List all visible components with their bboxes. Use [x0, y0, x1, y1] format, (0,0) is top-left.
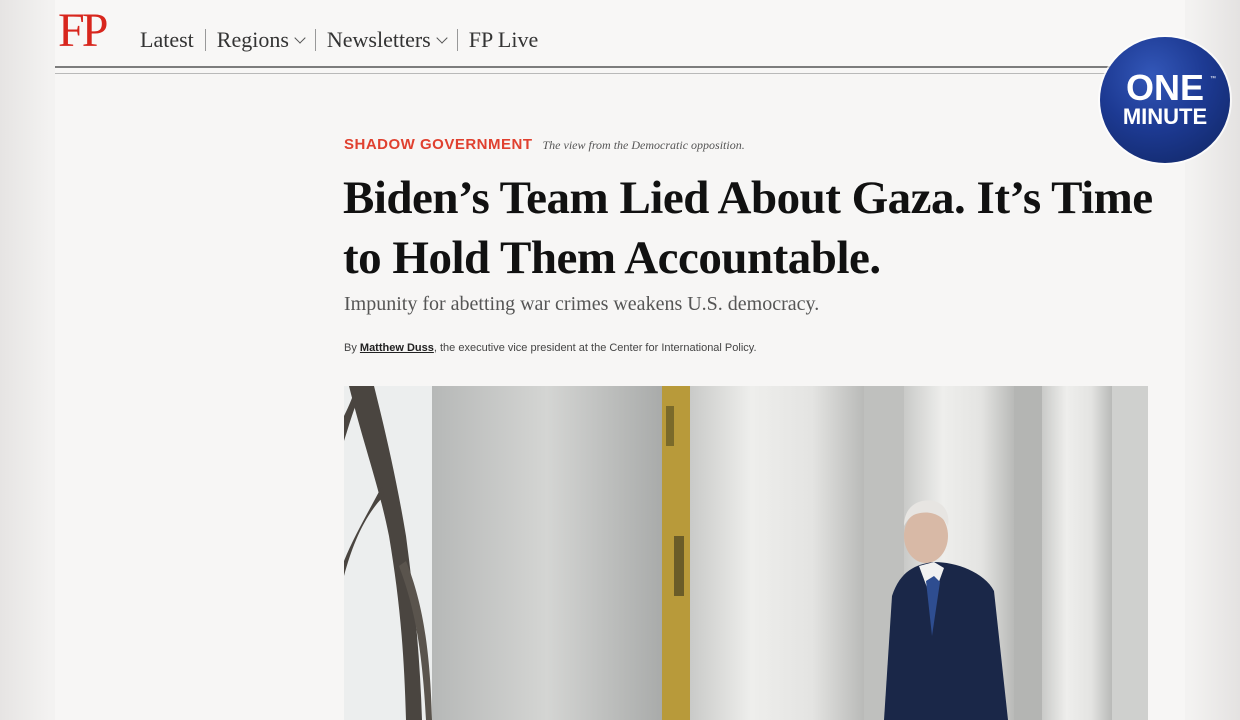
fp-logo[interactable]: FP — [58, 5, 108, 57]
hero-image — [344, 386, 1148, 720]
author-link[interactable]: Matthew Duss — [360, 342, 434, 354]
nav-latest-label: Latest — [140, 27, 194, 52]
nav-latest[interactable]: Latest — [140, 26, 194, 54]
article-kicker: SHADOW GOVERNMENT The view from the Demo… — [344, 136, 745, 153]
hero-photo-illustration — [344, 386, 1148, 720]
nav-divider — [314, 29, 316, 51]
nav-regions[interactable]: Regions — [216, 26, 306, 54]
article-byline: By Matthew Duss, the executive vice pres… — [344, 342, 757, 354]
article-headline: Biden’s Team Lied About Gaza. It’s Time … — [343, 172, 1153, 284]
author-description: , the executive vice president at the Ce… — [433, 342, 757, 354]
nav-newsletters[interactable]: Newsletters — [326, 26, 448, 54]
article-page: FP Latest Regions Newsletters FP Live SH… — [55, 0, 1185, 720]
chevron-down-icon — [436, 31, 448, 44]
nav-newsletters-label: Newsletters — [326, 27, 431, 52]
section-tagline: The view from the Democratic opposition. — [542, 138, 745, 152]
nav-fp-live[interactable]: FP Live — [469, 26, 538, 54]
section-label[interactable]: SHADOW GOVERNMENT — [344, 136, 533, 153]
article-dek: Impunity for abetting war crimes weakens… — [344, 293, 820, 315]
main-nav: Latest Regions Newsletters FP Live — [140, 26, 538, 54]
nav-fp-live-label: FP Live — [468, 27, 539, 52]
chevron-down-icon — [294, 31, 306, 44]
byline-prefix: By — [344, 342, 360, 354]
nav-regions-label: Regions — [216, 27, 289, 52]
site-header: FP Latest Regions Newsletters FP Live — [55, 0, 1185, 74]
badge-trademark: ™ — [1210, 76, 1216, 82]
badge-line-two: MINUTE — [1122, 104, 1208, 129]
nav-divider — [456, 29, 458, 51]
nav-divider — [204, 29, 206, 51]
header-rule — [55, 66, 1110, 74]
badge-line-one: ONE — [1125, 67, 1204, 108]
one-minute-badge: ONE MINUTE — [1100, 37, 1230, 163]
